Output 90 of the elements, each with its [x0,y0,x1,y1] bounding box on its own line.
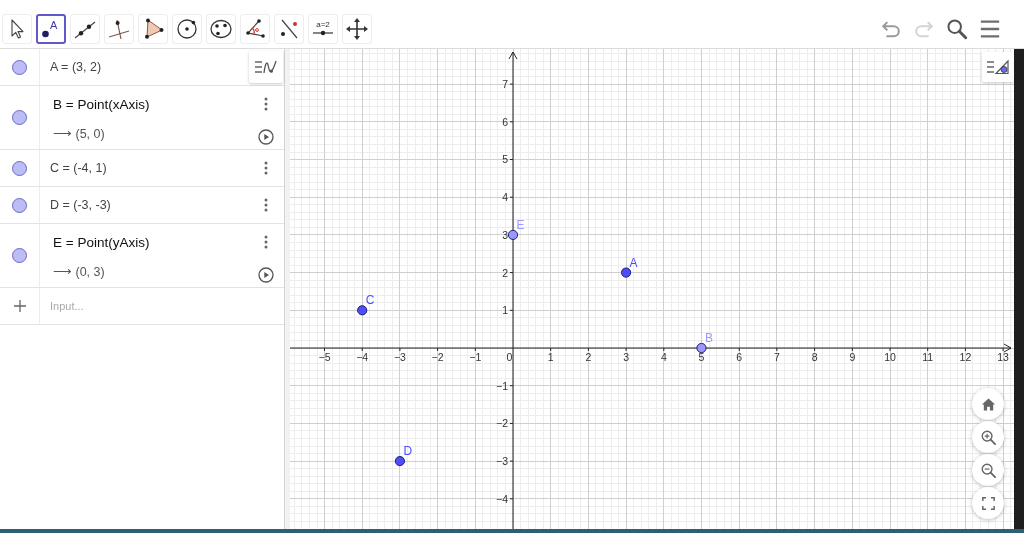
tick-label: 8 [811,350,818,363]
input-field[interactable]: Input... [40,288,284,324]
zoom-out-icon [980,462,996,478]
tick-label: 4 [502,191,508,204]
algebra-entry[interactable]: D = (-3, -3) [50,195,111,215]
algebra-entry[interactable]: C = (-4, 1) [50,158,107,178]
definition-text[interactable]: B = Point(xAxis) [53,95,150,115]
tick-label: −4 [356,350,369,363]
perpendicular-tool-button[interactable] [104,14,134,44]
point[interactable] [507,229,519,240]
point[interactable] [696,342,707,354]
tick-label: 6 [502,115,508,128]
angle-tool-button[interactable] [240,14,270,44]
angle-icon [243,17,267,41]
tick-label: −1 [496,379,508,392]
pan-tool-button[interactable] [342,14,372,44]
definition-text[interactable]: E = Point(yAxis) [53,233,150,253]
visibility-toggle[interactable] [12,248,27,263]
reflect-tool-button[interactable] [274,14,304,44]
zoom-in-icon [980,429,996,445]
circle-tool-button[interactable] [172,14,202,44]
point[interactable] [357,305,368,316]
plus-icon [13,300,26,312]
algebra-style-toggle[interactable] [249,51,283,83]
fullscreen-button[interactable] [972,487,1004,519]
home-icon [980,396,996,412]
more-icon [264,198,268,212]
point-label: A [629,255,638,270]
tick-label: 4 [660,350,667,363]
tick-label: 0 [506,350,513,363]
tick-label: 2 [585,350,592,363]
visibility-toggle[interactable] [12,160,27,176]
tick-label: 3 [623,350,629,363]
fullscreen-icon [981,496,995,510]
visibility-toggle[interactable] [12,197,27,213]
perpendicular-lines-icon [107,17,131,41]
zoom-out-button[interactable] [972,454,1004,486]
lines-graph-icon [254,59,278,75]
tick-label: −1 [469,350,482,363]
value-text: ⟶ (0, 3) [53,264,105,281]
tick-label: 2 [502,266,508,279]
play-button[interactable] [258,267,274,283]
tick-label: −5 [318,350,331,363]
more-icon [264,161,268,175]
tick-label: 7 [774,350,780,363]
tick-label: 6 [736,350,743,363]
tick-label: 11 [922,350,934,363]
home-button[interactable] [972,388,1004,420]
line-tool-button[interactable] [70,14,100,44]
point-label: B [705,331,713,345]
tick-label: 12 [959,350,972,363]
tick-label: 1 [502,304,508,317]
point[interactable] [394,456,405,467]
more-icon [264,235,268,249]
point[interactable] [621,267,632,278]
visibility-toggle[interactable] [12,59,27,75]
visibility-toggle[interactable] [12,110,27,125]
tick-label: 5 [698,350,705,363]
tick-label: 7 [502,78,508,91]
tick-label: 10 [884,350,896,363]
graphics-style-toggle[interactable] [982,52,1014,82]
tick-label: 13 [997,350,1009,363]
point-label: D [403,444,413,459]
algebra-entry[interactable]: A = (3, 2) [50,57,102,77]
tick-label: −2 [431,350,444,363]
tick-label: −3 [496,455,508,468]
move-arrows-icon [345,17,369,41]
move-tool-button[interactable] [2,14,32,44]
tick-label: 9 [849,350,856,363]
point-label: E [516,217,525,232]
play-button[interactable] [258,129,274,145]
value-text: ⟶ (5, 0) [53,126,105,143]
more-icon [264,97,268,111]
play-icon [258,267,274,283]
point-label: C [365,293,375,308]
tick-label: −4 [496,492,508,505]
conic-tool-button[interactable] [206,14,236,44]
menu-icon [979,18,1001,40]
zoom-in-button[interactable] [972,421,1004,453]
polygon-tool-button[interactable] [138,14,168,44]
tick-label: −2 [496,417,508,430]
circle-icon [175,17,199,41]
tick-label: 3 [502,228,508,241]
play-icon [258,129,274,145]
lines-triangle-icon [986,59,1010,75]
tick-label: −3 [393,350,406,363]
tick-label: 1 [547,350,554,363]
ellipse-icon [209,17,233,41]
search-icon [946,18,968,40]
tick-label: 5 [502,153,508,166]
